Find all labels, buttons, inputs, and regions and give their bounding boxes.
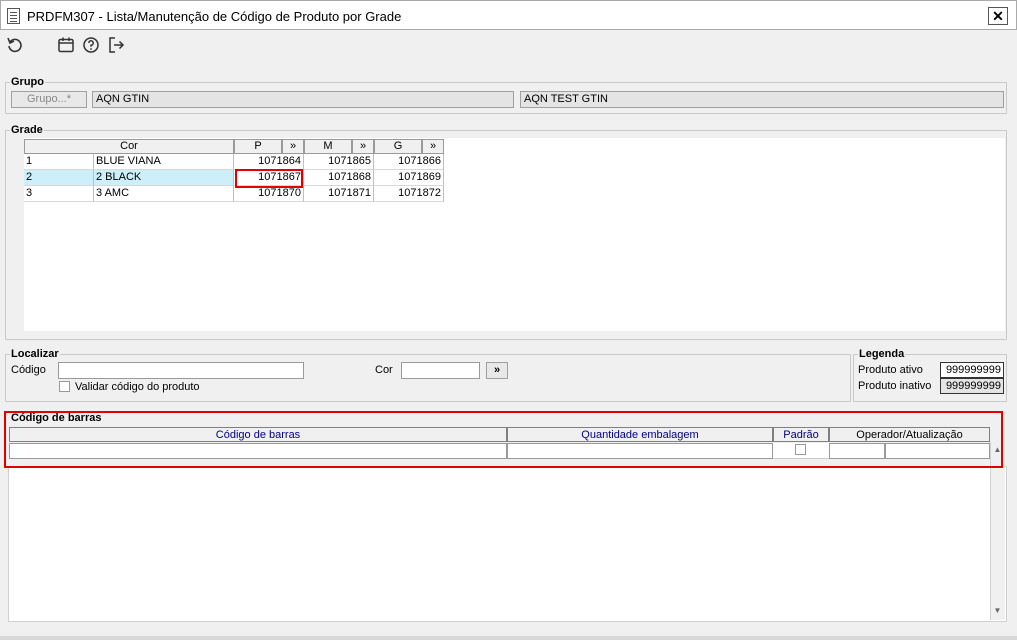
exit-icon[interactable] [106,36,126,56]
cor-input[interactable] [401,362,480,379]
calendar-icon[interactable] [56,36,76,56]
localizar-title: Localizar [10,348,60,360]
p-cell[interactable]: 1071870 [234,186,304,202]
m-cell[interactable]: 1071868 [304,170,374,186]
refresh-icon[interactable] [5,36,25,56]
column-header-cor[interactable]: Cor [24,139,234,154]
validar-label: Validar código do produto [75,381,200,393]
toolbar [0,30,1017,64]
column-header-g[interactable]: G [374,139,422,154]
grupo-button[interactable]: Grupo...* [11,91,87,108]
row-number: 2 [24,170,94,186]
cor-cell[interactable]: BLUE VIANA [94,154,234,170]
table-row[interactable]: 1 BLUE VIANA 1071864 1071865 1071866 [24,154,444,170]
codigo-input[interactable] [58,362,304,379]
barcode-list-area [8,466,1007,622]
scroll-down-arrow[interactable]: ▼ [992,605,1003,617]
column-header-m[interactable]: M [304,139,352,154]
barcode-section-highlight [4,411,1003,468]
validar-checkbox[interactable] [59,381,70,392]
cor-cell[interactable]: 2 BLACK [94,170,234,186]
cor-label: Cor [375,364,393,376]
column-m-more-button[interactable]: » [352,139,374,154]
g-cell[interactable]: 1071869 [374,170,444,186]
window-bottom-edge [0,636,1017,640]
grupo-title: Grupo [10,76,45,88]
produto-inativo-sample: 999999999 [940,378,1004,394]
title-bar: PRDFM307 - Lista/Manutenção de Código de… [0,0,1017,30]
g-cell[interactable]: 1071872 [374,186,444,202]
row-number: 3 [24,186,94,202]
codigo-label: Código [11,364,46,376]
produto-ativo-sample: 999999999 [940,362,1004,378]
produto-inativo-label: Produto inativo [858,380,932,392]
g-cell[interactable]: 1071866 [374,154,444,170]
grade-grid: Cor P » M » G » 1 BLUE VIANA 1071864 107… [24,138,1005,331]
barcode-scrollbar[interactable]: ▲ ▼ [990,442,1005,620]
close-button[interactable]: ✕ [988,7,1008,25]
help-icon[interactable] [81,36,101,56]
column-g-more-button[interactable]: » [422,139,444,154]
window-title: PRDFM307 - Lista/Manutenção de Código de… [27,9,402,24]
grade-title: Grade [10,124,44,136]
m-cell[interactable]: 1071871 [304,186,374,202]
produto-ativo-label: Produto ativo [858,364,923,376]
m-cell[interactable]: 1071865 [304,154,374,170]
p-cell[interactable]: 1071864 [234,154,304,170]
column-p-more-button[interactable]: » [282,139,304,154]
cor-cell[interactable]: 3 AMC [94,186,234,202]
table-row[interactable]: 3 3 AMC 1071870 1071871 1071872 [24,186,444,202]
row-number: 1 [24,154,94,170]
legenda-title: Legenda [858,348,906,360]
cor-search-button[interactable]: » [486,362,508,379]
grupo-code-field: AQN GTIN [92,91,514,108]
column-header-p[interactable]: P [234,139,282,154]
table-row-selected[interactable]: 2 2 BLACK 1071867 1071868 1071869 [24,170,444,186]
document-icon [7,8,20,24]
grupo-description-field: AQN TEST GTIN [520,91,1004,108]
